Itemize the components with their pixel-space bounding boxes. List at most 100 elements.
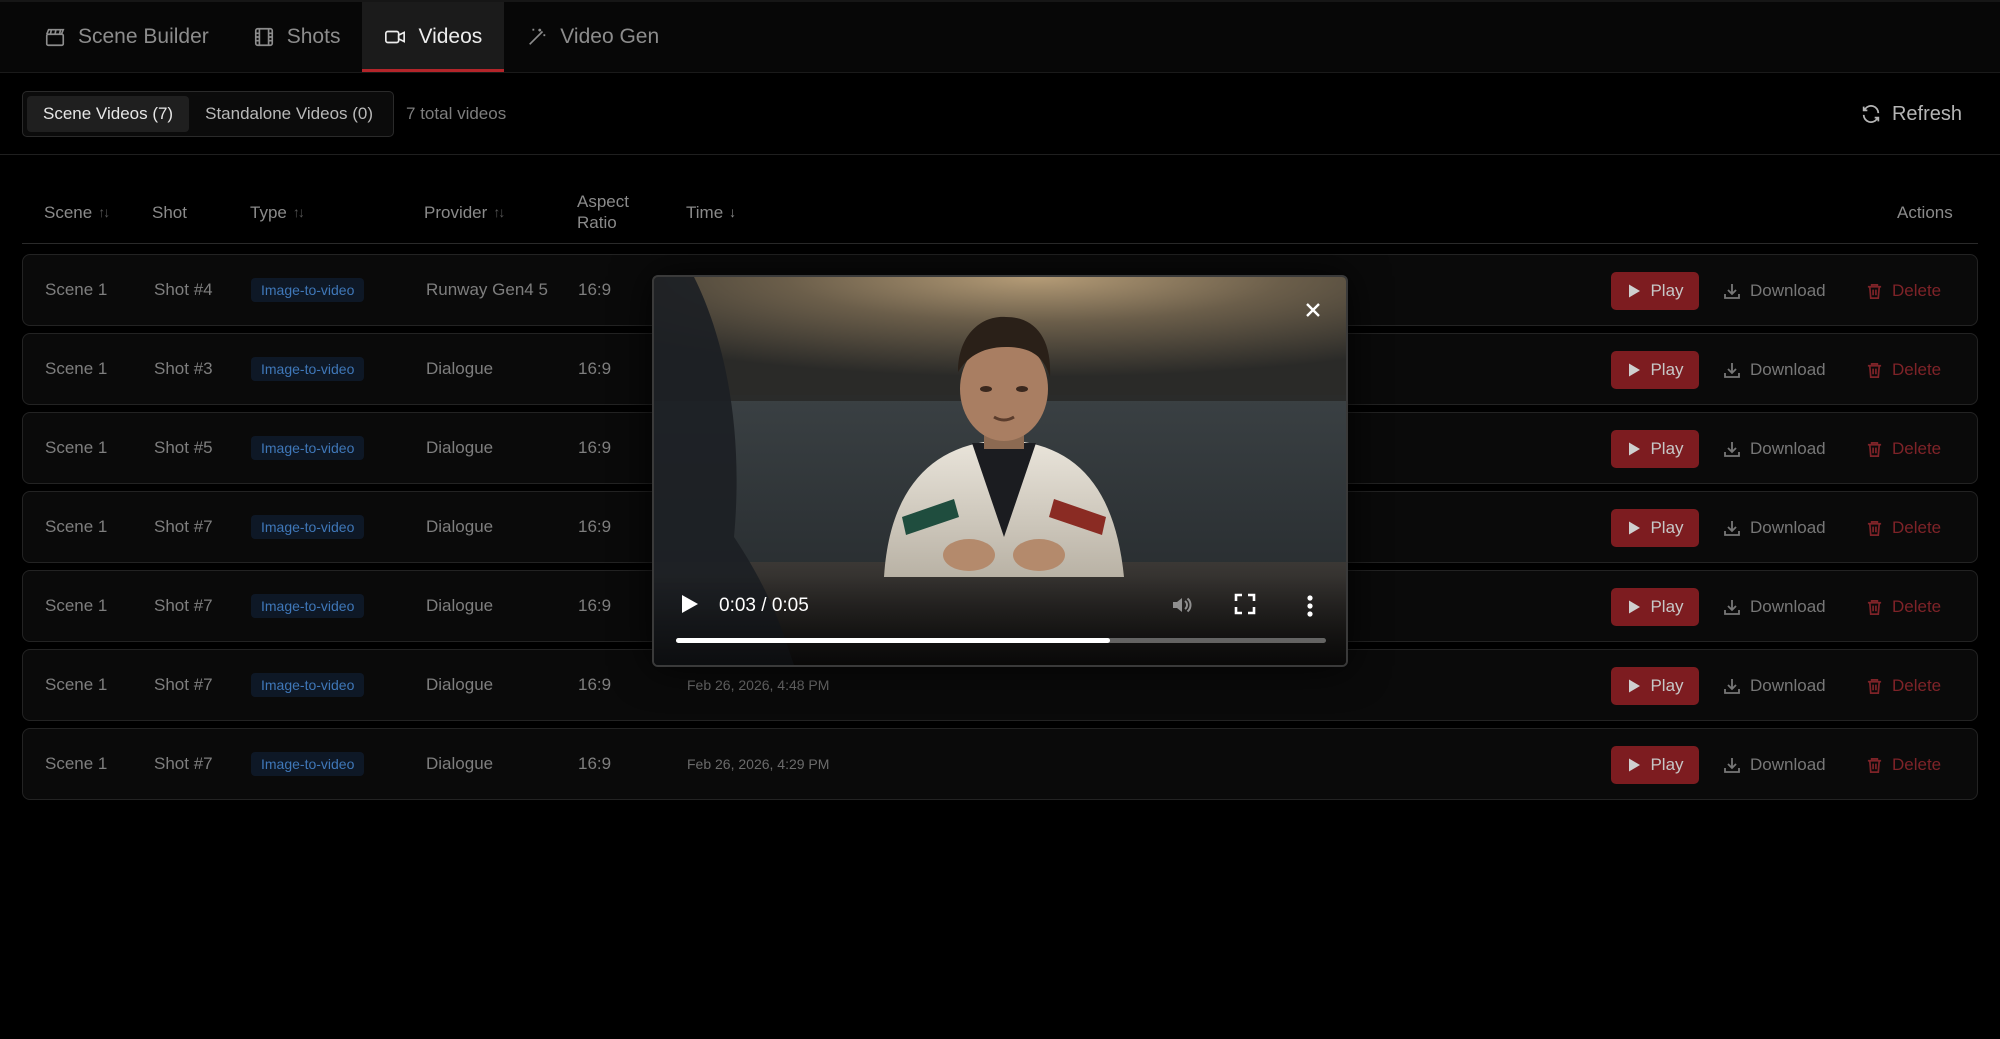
aspect-ratio-cell: 16:9 — [578, 754, 612, 773]
column-scene[interactable]: Scene ↑↓ — [44, 180, 110, 244]
column-label: Provider — [424, 202, 488, 222]
delete-button[interactable]: Delete — [1866, 667, 1941, 705]
delete-button[interactable]: Delete — [1866, 272, 1941, 310]
play-icon — [1629, 758, 1641, 772]
download-button[interactable]: Download — [1723, 430, 1826, 468]
videos-page: Scene Builder Shots Videos Video Gen Sce… — [0, 0, 2000, 1039]
download-button[interactable]: Download — [1723, 351, 1826, 389]
scene-cell: Scene 1 — [45, 359, 108, 378]
shot-cell: Shot #7 — [154, 517, 213, 536]
type-cell: Image-to-video — [251, 650, 365, 720]
delete-button[interactable]: Delete — [1866, 351, 1941, 389]
scene-videos-tab[interactable]: Scene Videos (7) — [27, 96, 190, 132]
video-time-display: 0:03 / 0:05 — [719, 595, 809, 616]
tab-label: Video Gen — [560, 25, 660, 48]
table-row: Scene 1 Shot #7 Image-to-video Dialogue 16:9… — [22, 728, 1978, 800]
refresh-icon — [1862, 105, 1880, 123]
play-button[interactable]: Play — [1611, 272, 1699, 310]
film-icon — [254, 27, 273, 47]
delete-label: Delete — [1892, 755, 1942, 774]
play-label: Play — [1650, 439, 1684, 458]
aspect-ratio-cell: 16:9 — [578, 596, 612, 615]
trash-icon — [1867, 520, 1882, 536]
mute-button[interactable] — [1170, 593, 1196, 619]
refresh-button[interactable]: Refresh — [1860, 96, 1962, 132]
tab-shots[interactable]: Shots — [231, 2, 363, 72]
download-label: Download — [1750, 281, 1826, 300]
tab-label: Videos — [418, 25, 483, 48]
play-icon — [1629, 284, 1641, 298]
download-button[interactable]: Download — [1723, 746, 1826, 784]
shot-cell: Shot #4 — [154, 280, 213, 299]
type-badge: Image-to-video — [251, 436, 365, 460]
play-button[interactable]: Play — [1611, 588, 1699, 626]
column-type[interactable]: Type ↑↓ — [250, 180, 305, 244]
column-time[interactable]: Time ↓ — [686, 180, 736, 244]
more-vertical-icon — [1307, 595, 1313, 617]
download-icon — [1724, 600, 1740, 615]
column-label: Scene — [44, 202, 93, 222]
tab-scene-builder[interactable]: Scene Builder — [22, 2, 231, 72]
video-progress-bar[interactable] — [676, 638, 1326, 643]
provider-cell: Dialogue — [426, 754, 494, 773]
delete-button[interactable]: Delete — [1866, 746, 1941, 784]
type-badge: Image-to-video — [251, 752, 365, 776]
fullscreen-button[interactable] — [1234, 593, 1260, 619]
trash-icon — [1867, 362, 1882, 378]
play-button[interactable]: Play — [1611, 746, 1699, 784]
provider-cell: Dialogue — [426, 359, 494, 378]
aspect-ratio-cell: 16:9 — [578, 517, 612, 536]
top-nav: Scene Builder Shots Videos Video Gen — [0, 0, 2000, 73]
type-badge: Image-to-video — [251, 278, 365, 302]
delete-button[interactable]: Delete — [1866, 588, 1941, 626]
type-badge: Image-to-video — [251, 673, 365, 697]
type-cell: Image-to-video — [251, 255, 365, 325]
standalone-videos-tab[interactable]: Standalone Videos (0) — [189, 96, 389, 132]
video-source-toggle: Scene Videos (7) Standalone Videos (0) — [22, 91, 395, 137]
column-shot: Shot — [152, 180, 187, 244]
download-label: Download — [1750, 597, 1826, 616]
tab-label: Shots — [286, 25, 341, 48]
download-icon — [1724, 442, 1740, 457]
download-button[interactable]: Download — [1723, 667, 1826, 705]
scene-cell: Scene 1 — [45, 596, 108, 615]
video-play-button[interactable] — [678, 593, 704, 619]
play-button[interactable]: Play — [1611, 430, 1699, 468]
play-label: Play — [1650, 360, 1684, 379]
download-button[interactable]: Download — [1723, 588, 1826, 626]
scene-cell: Scene 1 — [45, 280, 108, 299]
tab-video-gen[interactable]: Video Gen — [504, 2, 681, 72]
column-provider[interactable]: Provider ↑↓ — [424, 180, 505, 244]
aspect-ratio-cell: 16:9 — [578, 675, 612, 694]
delete-button[interactable]: Delete — [1866, 509, 1941, 547]
table-header: Scene ↑↓ Shot Type ↑↓ Provider ↑↓ Aspect… — [22, 180, 1978, 244]
tab-videos[interactable]: Videos — [362, 2, 505, 72]
time-cell: Feb 26, 2026, 4:29 PM — [687, 756, 830, 772]
play-button[interactable]: Play — [1611, 351, 1699, 389]
play-label: Play — [1650, 676, 1684, 695]
column-label: Shot — [152, 202, 187, 222]
play-button[interactable]: Play — [1611, 509, 1699, 547]
scene-cell: Scene 1 — [45, 675, 108, 694]
column-label: Type — [250, 202, 287, 222]
play-label: Play — [1650, 597, 1684, 616]
type-badge: Image-to-video — [251, 594, 365, 618]
play-button[interactable]: Play — [1611, 667, 1699, 705]
provider-cell: Dialogue — [426, 438, 494, 457]
scene-cell: Scene 1 — [45, 438, 108, 457]
trash-icon — [1867, 757, 1882, 773]
provider-cell: Dialogue — [426, 517, 494, 536]
download-label: Download — [1750, 755, 1826, 774]
close-modal-button[interactable] — [1298, 295, 1328, 325]
download-button[interactable]: Download — [1723, 509, 1826, 547]
column-label: Ratio — [577, 213, 617, 232]
sort-icon: ↑↓ — [98, 203, 110, 220]
more-options-button[interactable] — [1300, 593, 1320, 619]
column-actions: Actions — [1897, 180, 1953, 244]
volume-icon — [1173, 597, 1192, 613]
play-icon — [682, 595, 698, 613]
delete-button[interactable]: Delete — [1866, 430, 1941, 468]
delete-label: Delete — [1892, 518, 1942, 537]
download-button[interactable]: Download — [1723, 272, 1826, 310]
play-label: Play — [1650, 281, 1684, 300]
